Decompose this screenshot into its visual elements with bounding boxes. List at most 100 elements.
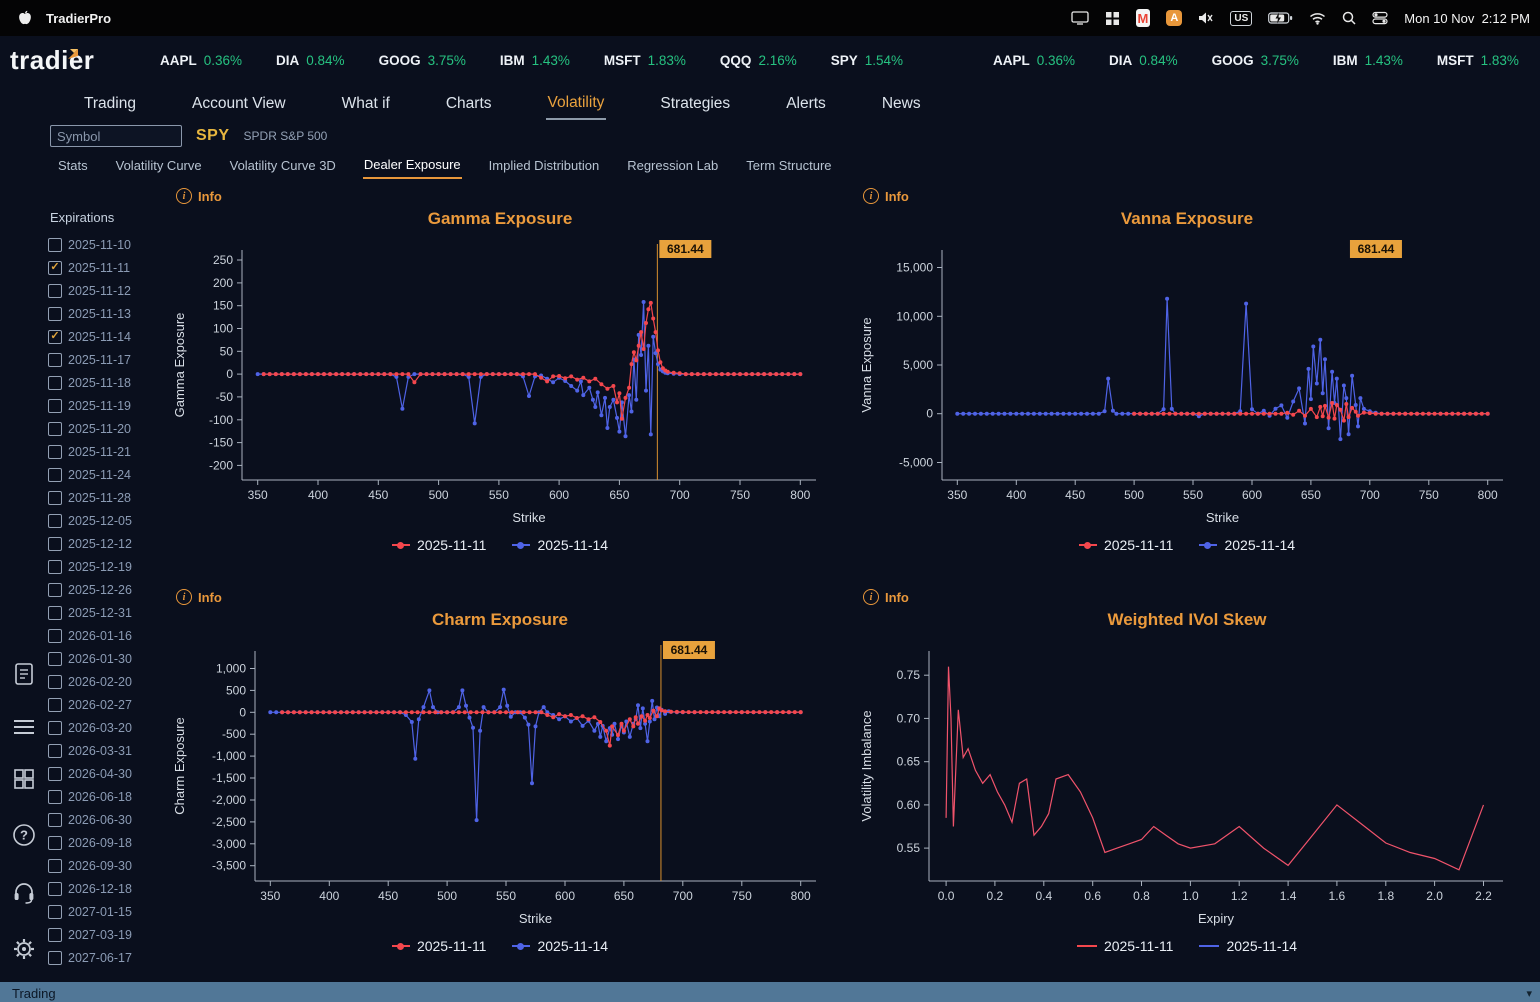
ticker-item-dia[interactable]: DIA 0.84%	[276, 53, 345, 68]
nav-tab-trading[interactable]: Trading	[82, 87, 138, 119]
expiration-checkbox[interactable]	[48, 904, 62, 919]
expiration-checkbox[interactable]	[48, 582, 62, 597]
expiration-row-2026-06-18[interactable]: 2026-06-18	[48, 785, 166, 808]
ticker-item-msft[interactable]: MSFT 1.83%	[1437, 53, 1519, 68]
subtab-stats[interactable]: Stats	[57, 152, 89, 178]
expiration-row-2026-01-30[interactable]: 2026-01-30	[48, 647, 166, 670]
battery-charging-icon[interactable]	[1268, 9, 1293, 27]
expiration-checkbox[interactable]	[48, 559, 62, 574]
ticker-item-msft[interactable]: MSFT 1.83%	[604, 53, 686, 68]
expiration-checkbox[interactable]	[48, 398, 62, 413]
expiration-checkbox[interactable]	[48, 743, 62, 758]
expiration-row-2026-02-27[interactable]: 2026-02-27	[48, 693, 166, 716]
expiration-row-2025-11-24[interactable]: 2025-11-24	[48, 463, 166, 486]
gmail-icon[interactable]: M	[1135, 9, 1151, 27]
expiration-row-2025-12-05[interactable]: 2025-12-05	[48, 509, 166, 532]
menu-bar-clock[interactable]: Mon 10 Nov 2:12 PM	[1404, 11, 1530, 26]
ticker-item-ibm[interactable]: IBM 1.43%	[1333, 53, 1403, 68]
legend-item-2025-11-11[interactable]: 2025-11-11	[391, 537, 486, 553]
expiration-row-2025-11-11[interactable]: ✓ 2025-11-11	[48, 256, 166, 279]
screen-mirroring-icon[interactable]	[1070, 9, 1089, 27]
mute-icon[interactable]	[1198, 9, 1214, 27]
subtab-volatility-curve[interactable]: Volatility Curve	[115, 152, 203, 178]
chart-plot-charm[interactable]: -3,500 -3,000 -2,500 -2,000 -1,500 -1,000 -500…	[170, 633, 830, 933]
subtab-regression-lab[interactable]: Regression Lab	[626, 152, 719, 178]
expiration-row-2026-04-30[interactable]: 2026-04-30	[48, 762, 166, 785]
expiration-row-2025-12-19[interactable]: 2025-12-19	[48, 555, 166, 578]
expiration-checkbox[interactable]	[48, 421, 62, 436]
symbol-input[interactable]	[50, 125, 182, 147]
expiration-checkbox[interactable]	[48, 651, 62, 666]
expiration-checkbox[interactable]	[48, 490, 62, 505]
expiration-row-2027-01-15[interactable]: 2027-01-15	[48, 900, 166, 923]
legend-item-2025-11-14[interactable]: 2025-11-14	[512, 537, 608, 553]
expiration-checkbox[interactable]	[48, 444, 62, 459]
ticker-item-ibm[interactable]: IBM 1.43%	[500, 53, 570, 68]
expiration-checkbox[interactable]	[48, 467, 62, 482]
subtab-volatility-curve-3d[interactable]: Volatility Curve 3D	[229, 152, 337, 178]
expiration-row-2025-11-28[interactable]: 2025-11-28	[48, 486, 166, 509]
expiration-checkbox[interactable]	[48, 628, 62, 643]
expiration-row-2027-03-19[interactable]: 2027-03-19	[48, 923, 166, 946]
legend-item-2025-11-11[interactable]: 2025-11-11	[391, 938, 486, 954]
info-button-charm[interactable]: i Info	[170, 587, 222, 607]
control-center-icon[interactable]	[1372, 9, 1388, 27]
app-icon[interactable]: A	[1166, 10, 1183, 26]
apps-grid-icon[interactable]	[13, 768, 35, 795]
expiration-row-2026-06-30[interactable]: 2026-06-30	[48, 808, 166, 831]
expiration-row-2026-12-18[interactable]: 2026-12-18	[48, 877, 166, 900]
chart-plot-skew[interactable]: 0.55 0.60 0.65 0.70 0.75 0.0 0.2 0.4 0.6 0.8 1.0 1.…	[857, 633, 1517, 933]
expiration-row-2025-11-13[interactable]: 2025-11-13	[48, 302, 166, 325]
subtab-dealer-exposure[interactable]: Dealer Exposure	[362, 151, 462, 179]
expiration-checkbox[interactable]	[48, 375, 62, 390]
expiration-row-2025-11-19[interactable]: 2025-11-19	[48, 394, 166, 417]
settings-gear-icon[interactable]	[12, 937, 36, 966]
expiration-checkbox[interactable]	[48, 605, 62, 620]
nav-tab-alerts[interactable]: Alerts	[784, 87, 828, 119]
status-caret-icon[interactable]: ▾	[1526, 987, 1532, 1000]
expiration-checkbox[interactable]	[48, 306, 62, 321]
expiration-checkbox[interactable]	[48, 513, 62, 528]
wifi-icon[interactable]	[1309, 9, 1326, 27]
expiration-checkbox[interactable]	[48, 283, 62, 298]
ticker-item-dia[interactable]: DIA 0.84%	[1109, 53, 1178, 68]
legend-item-2025-11-11[interactable]: 2025-11-11	[1076, 938, 1173, 954]
expiration-checkbox[interactable]	[48, 927, 62, 942]
expiration-row-2025-12-26[interactable]: 2025-12-26	[48, 578, 166, 601]
expiration-checkbox[interactable]	[48, 536, 62, 551]
expiration-checkbox[interactable]	[48, 858, 62, 873]
legend-item-2025-11-11[interactable]: 2025-11-11	[1078, 537, 1173, 553]
ticker-item-qqq[interactable]: QQQ 2.16%	[720, 53, 797, 68]
expiration-row-2027-06-17[interactable]: 2027-06-17	[48, 946, 166, 969]
expiration-row-2025-12-31[interactable]: 2025-12-31	[48, 601, 166, 624]
expiration-row-2025-11-10[interactable]: 2025-11-10	[48, 233, 166, 256]
ticker-item-aapl[interactable]: AAPL 0.36%	[160, 53, 242, 68]
legend-item-2025-11-14[interactable]: 2025-11-14	[1199, 938, 1297, 954]
help-icon[interactable]: ?	[12, 823, 36, 852]
expiration-checkbox[interactable]	[48, 697, 62, 712]
expiration-checkbox[interactable]	[48, 766, 62, 781]
chart-plot-vanna[interactable]: -5,000 0 5,000 10,000 15,000 350 400 450 500 550 6…	[857, 232, 1517, 532]
chart-plot-gamma[interactable]: -200 -150 -100 -50 0 50 100 150 200 250 350 400 450 5…	[170, 232, 830, 532]
document-icon[interactable]	[13, 662, 35, 691]
expiration-checkbox[interactable]	[48, 720, 62, 735]
nav-tab-charts[interactable]: Charts	[444, 87, 494, 119]
input-source-us[interactable]: US	[1230, 10, 1253, 26]
nav-tab-account-view[interactable]: Account View	[190, 87, 288, 119]
info-button-skew[interactable]: i Info	[857, 587, 909, 607]
expiration-checkbox[interactable]	[48, 674, 62, 689]
expiration-row-2025-11-18[interactable]: 2025-11-18	[48, 371, 166, 394]
subtab-term-structure[interactable]: Term Structure	[745, 152, 832, 178]
expiration-checkbox[interactable]	[48, 835, 62, 850]
headset-icon[interactable]	[12, 880, 36, 909]
apple-menu-icon[interactable]	[18, 9, 32, 27]
expiration-row-2026-03-31[interactable]: 2026-03-31	[48, 739, 166, 762]
legend-item-2025-11-14[interactable]: 2025-11-14	[512, 938, 608, 954]
expiration-checkbox[interactable]	[48, 881, 62, 896]
expiration-row-2025-11-21[interactable]: 2025-11-21	[48, 440, 166, 463]
menu-icon[interactable]	[13, 719, 35, 740]
expiration-checkbox[interactable]	[48, 237, 62, 252]
expiration-row-2026-09-18[interactable]: 2026-09-18	[48, 831, 166, 854]
expiration-checkbox[interactable]	[48, 789, 62, 804]
expiration-checkbox[interactable]: ✓	[48, 260, 62, 275]
